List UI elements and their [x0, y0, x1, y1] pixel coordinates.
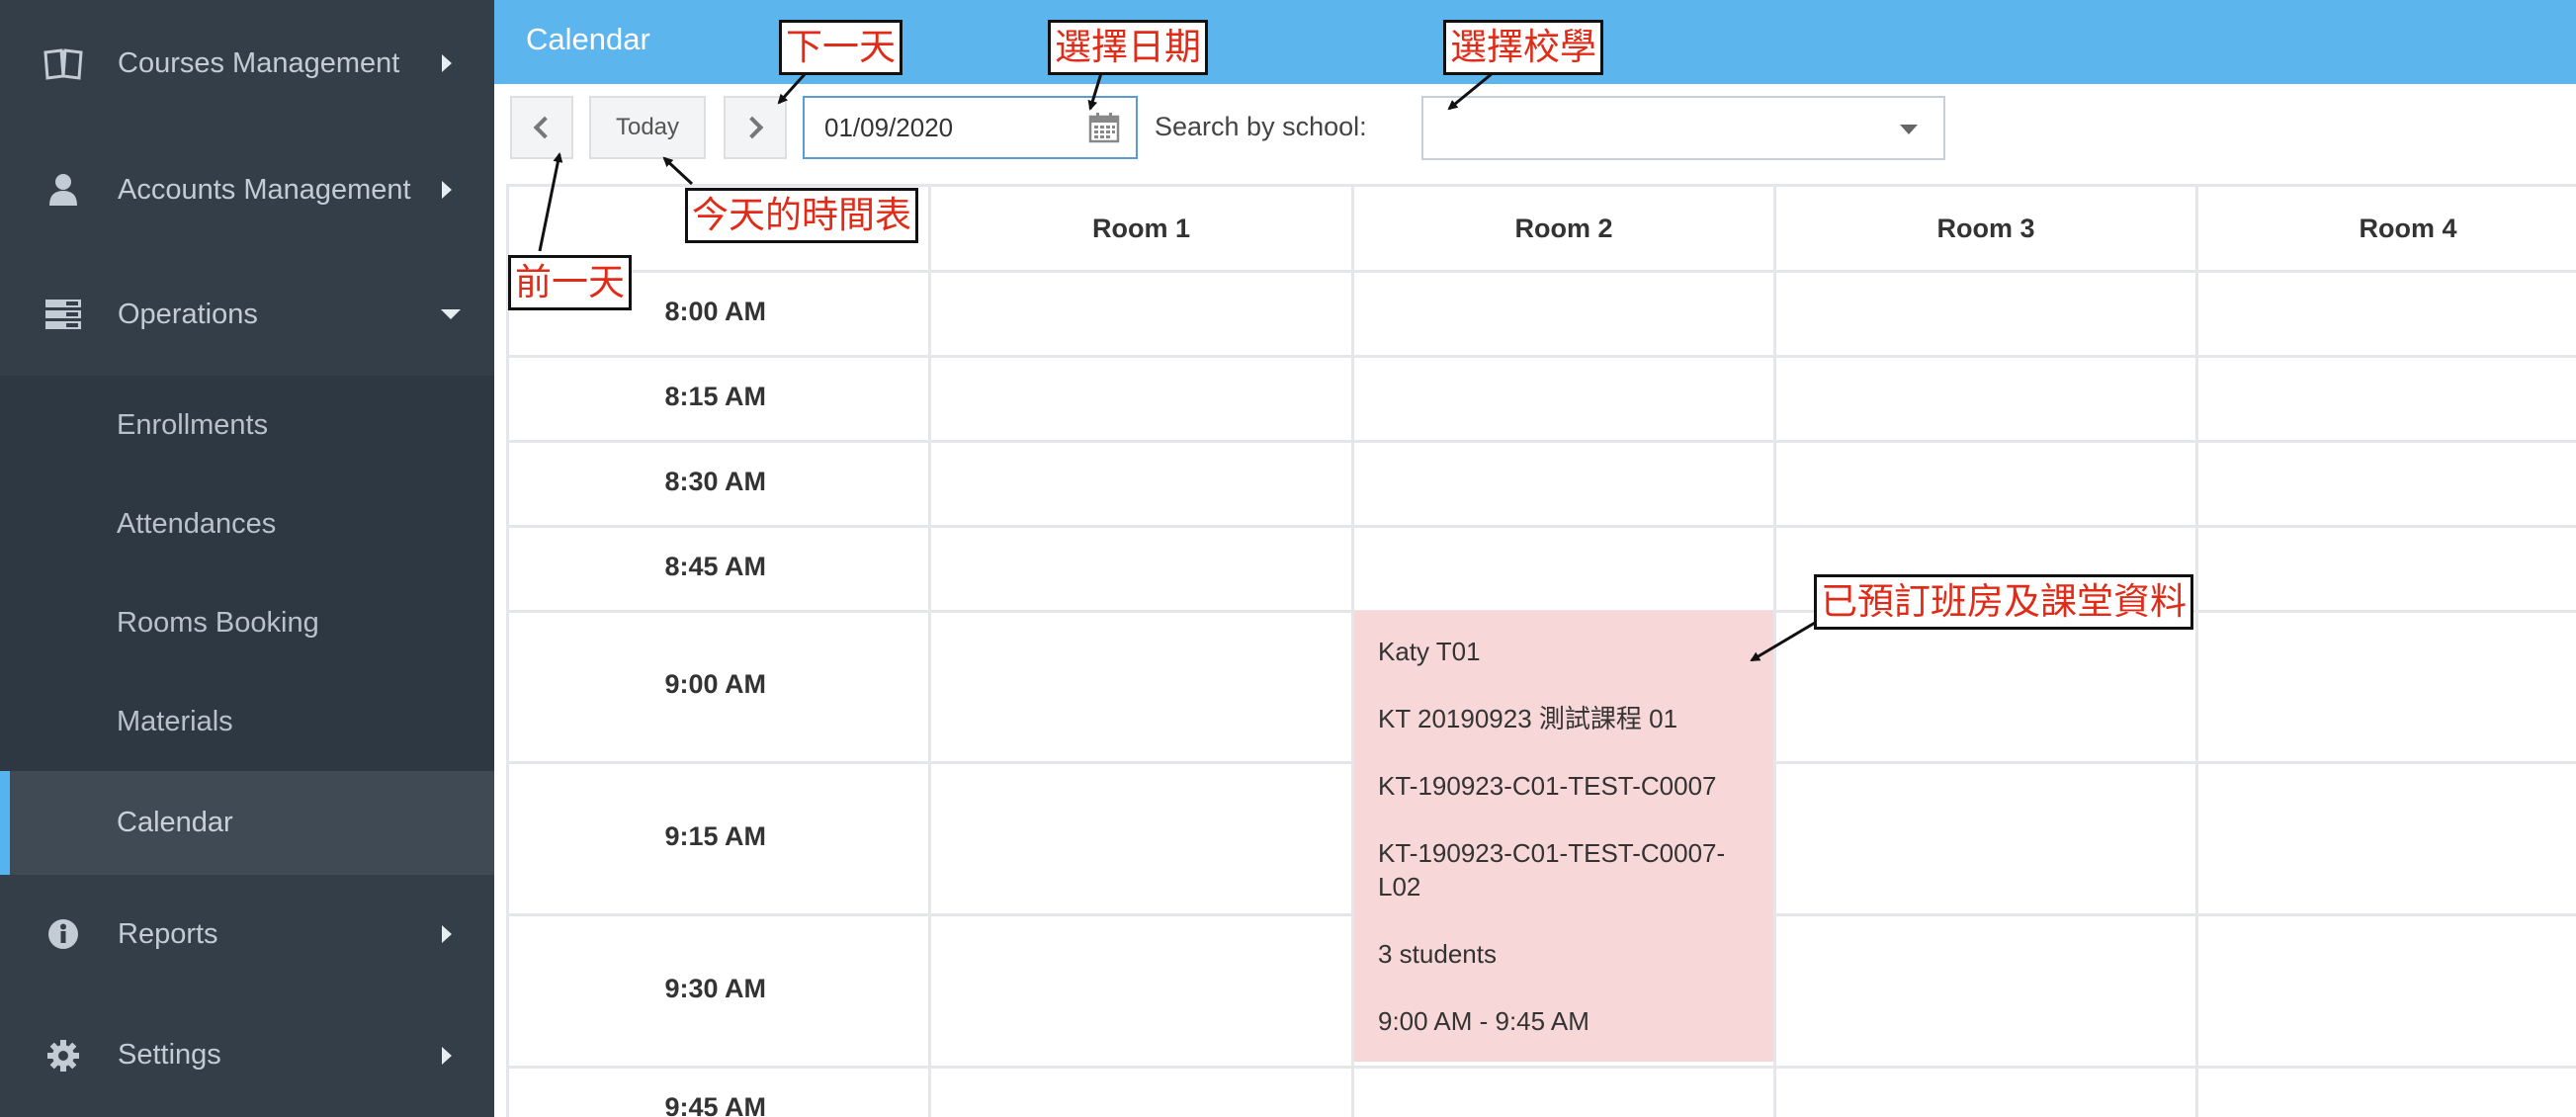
- time-slot-label: 9:15 AM: [664, 821, 766, 851]
- sidebar-item-materials[interactable]: Materials: [0, 672, 494, 771]
- nav-reports-label: Reports: [118, 917, 218, 950]
- annotation-select-school: 選擇校學: [1443, 20, 1603, 75]
- booking-lesson-code: KT-190923-C01-TEST-C0007-L02: [1378, 838, 1726, 902]
- school-select[interactable]: [1421, 96, 1945, 160]
- grid-line: [928, 187, 931, 1117]
- nav-settings[interactable]: Settings: [0, 993, 494, 1117]
- sidebar-item-label: Attendances: [117, 507, 277, 540]
- chevron-down-icon: [441, 309, 461, 319]
- operations-icon: [43, 295, 83, 334]
- annotation-previous-day: 前一天: [508, 255, 632, 310]
- grid-line: [1773, 187, 1776, 1117]
- nav-accounts-management[interactable]: Accounts Management: [0, 127, 494, 253]
- booking-students: 3 students: [1378, 939, 1497, 969]
- time-slot-label: 9:30 AM: [664, 974, 766, 1003]
- booking-teacher: Katy T01: [1378, 637, 1481, 666]
- annotation-today-schedule: 今天的時間表: [685, 188, 918, 243]
- room-header: Room 2: [1514, 213, 1613, 243]
- gear-icon: [43, 1036, 83, 1075]
- chevron-right-icon: [740, 116, 764, 139]
- sidebar: Courses Management Accounts Management O…: [0, 0, 494, 1117]
- nav-courses-management[interactable]: Courses Management: [0, 0, 494, 127]
- time-slot-label: 8:45 AM: [664, 552, 766, 581]
- room-header: Room 1: [1091, 213, 1190, 243]
- grid-line: [506, 270, 2576, 273]
- annotation-next-day: 下一天: [779, 20, 902, 75]
- chevron-down-icon: [1900, 125, 1918, 134]
- previous-day-button[interactable]: [510, 96, 573, 159]
- nav-operations[interactable]: Operations: [0, 253, 494, 376]
- calendar-icon[interactable]: [1088, 112, 1120, 143]
- book-icon: [43, 43, 83, 83]
- user-icon: [43, 170, 83, 210]
- nav-settings-label: Settings: [118, 1039, 221, 1071]
- sidebar-item-enrollments[interactable]: Enrollments: [0, 376, 494, 474]
- info-icon: [43, 914, 83, 954]
- today-button[interactable]: Today: [589, 96, 706, 159]
- room-header: Room 4: [2359, 213, 2457, 243]
- time-slot-label: 9:00 AM: [664, 669, 766, 699]
- operations-submenu: Enrollments Attendances Rooms Booking Ma…: [0, 376, 494, 875]
- booking-course: KT 20190923 測試課程 01: [1378, 704, 1678, 733]
- annotation-booked-room: 已預訂班房及課堂資料: [1814, 574, 2193, 630]
- room-header: Room 3: [1936, 213, 2035, 243]
- sidebar-item-label: Enrollments: [117, 408, 269, 441]
- time-slot-label: 9:45 AM: [664, 1092, 766, 1117]
- chevron-right-icon: [442, 181, 452, 199]
- grid-line: [506, 355, 2576, 358]
- booking-time-range: 9:00 AM - 9:45 AM: [1378, 1006, 1589, 1036]
- grid-line: [506, 1066, 2576, 1069]
- chevron-right-icon: [442, 1046, 452, 1065]
- chevron-left-icon: [533, 116, 557, 139]
- nav-reports[interactable]: Reports: [0, 875, 494, 993]
- time-slot-label: 8:15 AM: [664, 382, 766, 411]
- chevron-right-icon: [442, 925, 452, 943]
- grid-line: [506, 525, 2576, 528]
- sidebar-item-rooms-booking[interactable]: Rooms Booking: [0, 573, 494, 672]
- nav-operations-label: Operations: [118, 298, 258, 330]
- nav-courses-label: Courses Management: [118, 46, 400, 79]
- sidebar-item-label: Calendar: [117, 807, 233, 838]
- nav-accounts-label: Accounts Management: [118, 173, 411, 206]
- search-by-school-label: Search by school:: [1155, 112, 1367, 141]
- next-day-button[interactable]: [724, 96, 787, 159]
- time-slot-label: 8:30 AM: [664, 467, 766, 496]
- booking-event[interactable]: Katy T01 KT 20190923 測試課程 01 KT-190923-C…: [1354, 611, 1773, 1062]
- sidebar-item-label: Rooms Booking: [117, 606, 319, 639]
- sidebar-item-calendar[interactable]: Calendar: [0, 771, 494, 875]
- page-title: Calendar: [526, 22, 650, 56]
- grid-line: [506, 440, 2576, 443]
- grid-line: [2195, 187, 2198, 1117]
- chevron-right-icon: [442, 54, 452, 72]
- booking-class-code: KT-190923-C01-TEST-C0007: [1378, 771, 1717, 801]
- annotation-select-date: 選擇日期: [1048, 20, 1208, 75]
- sidebar-item-attendances[interactable]: Attendances: [0, 474, 494, 573]
- sidebar-item-label: Materials: [117, 705, 233, 737]
- arrow-today: [662, 156, 694, 186]
